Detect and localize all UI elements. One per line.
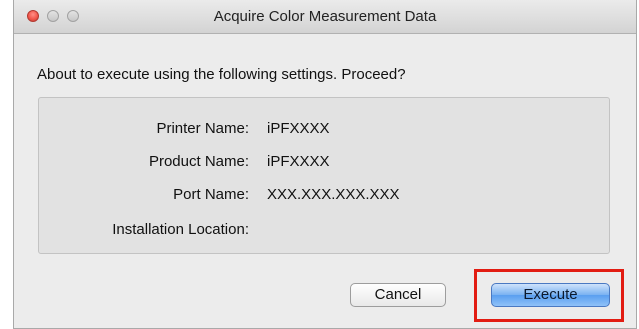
- window-title: Acquire Color Measurement Data: [213, 8, 437, 25]
- dialog-window: Acquire Color Measurement Data About to …: [13, 0, 637, 329]
- confirmation-prompt: About to execute using the following set…: [37, 66, 406, 83]
- settings-summary-panel: Printer Name: iPFXXXX Product Name: iPFX…: [38, 97, 610, 254]
- execute-highlight-box: [474, 269, 624, 322]
- printer-name-value: iPFXXXX: [267, 120, 330, 137]
- port-name-value: XXX.XXX.XXX.XXX: [267, 186, 400, 203]
- product-name-value: iPFXXXX: [267, 153, 330, 170]
- port-name-label: Port Name:: [173, 186, 249, 203]
- title-bar[interactable]: Acquire Color Measurement Data: [14, 0, 636, 34]
- cancel-button[interactable]: Cancel: [350, 283, 446, 307]
- installation-location-label: Installation Location:: [112, 221, 249, 238]
- printer-name-label: Printer Name:: [156, 120, 249, 137]
- product-name-label: Product Name:: [148, 153, 249, 170]
